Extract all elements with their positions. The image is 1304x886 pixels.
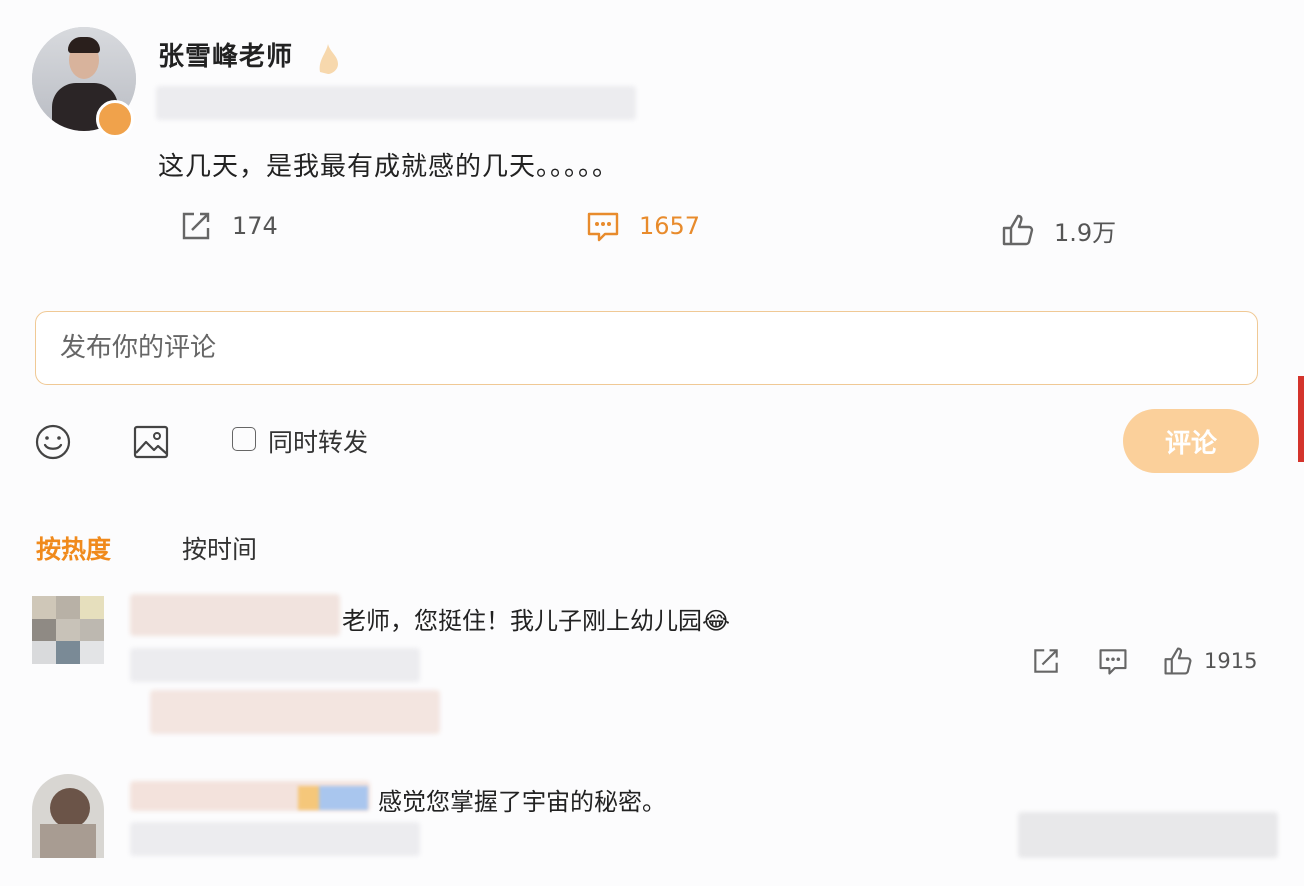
comment-input-box[interactable] <box>35 311 1258 385</box>
comment-text: 感觉您掌握了宇宙的秘密。 <box>378 788 666 816</box>
comment-icon <box>587 212 619 242</box>
commenter-badge-blurred <box>298 786 368 810</box>
author-name[interactable]: 张雪峰老师 <box>158 36 293 73</box>
comment-repost-button[interactable] <box>1030 645 1062 677</box>
like-count: 1.9万 <box>1054 218 1117 247</box>
submit-comment-button[interactable]: 评论 <box>1123 409 1259 473</box>
comment-like-button[interactable]: 1915 <box>1162 645 1257 677</box>
watermark-backdrop <box>1018 812 1278 858</box>
verified-badge-icon <box>96 100 134 138</box>
comment-input[interactable] <box>36 312 1257 384</box>
repost-icon <box>1034 649 1058 673</box>
repost-count: 174 <box>232 212 278 240</box>
emoji-icon[interactable] <box>34 423 72 461</box>
comment-reply-button[interactable] <box>1097 645 1129 677</box>
like-button[interactable]: 1.9万 <box>1000 212 1116 248</box>
commenter-name-blurred <box>130 594 340 636</box>
comment-like-count: 1915 <box>1204 649 1258 673</box>
comment-icon <box>1099 649 1127 675</box>
comment-count: 1657 <box>639 212 701 240</box>
repost-checkbox-label: 同时转发 <box>268 428 369 457</box>
comment-meta-blurred <box>130 648 420 682</box>
post-meta-blurred <box>156 86 636 120</box>
comment-reply-blurred <box>150 690 440 734</box>
repost-icon <box>182 212 210 240</box>
commenter-avatar[interactable] <box>32 596 104 664</box>
repost-checkbox[interactable] <box>232 427 256 451</box>
comment-text: 老师，您挺住！我儿子刚上幼儿园😂 <box>342 607 731 635</box>
commenter-avatar[interactable] <box>32 774 104 858</box>
tab-sort-time[interactable]: 按时间 <box>182 530 257 566</box>
image-icon[interactable] <box>132 423 170 461</box>
flame-icon <box>319 44 338 74</box>
thumbs-up-icon <box>1164 647 1192 675</box>
thumbs-up-icon <box>1002 214 1034 246</box>
tab-sort-hot[interactable]: 按热度 <box>36 530 111 566</box>
comment-button[interactable]: 1657 <box>585 208 700 244</box>
comment-meta-blurred <box>130 822 420 856</box>
repost-button[interactable]: 174 <box>178 208 278 244</box>
scrollbar-indicator[interactable] <box>1298 376 1304 462</box>
post-text: 这几天，是我最有成就感的几天。。。。。 <box>158 152 620 182</box>
